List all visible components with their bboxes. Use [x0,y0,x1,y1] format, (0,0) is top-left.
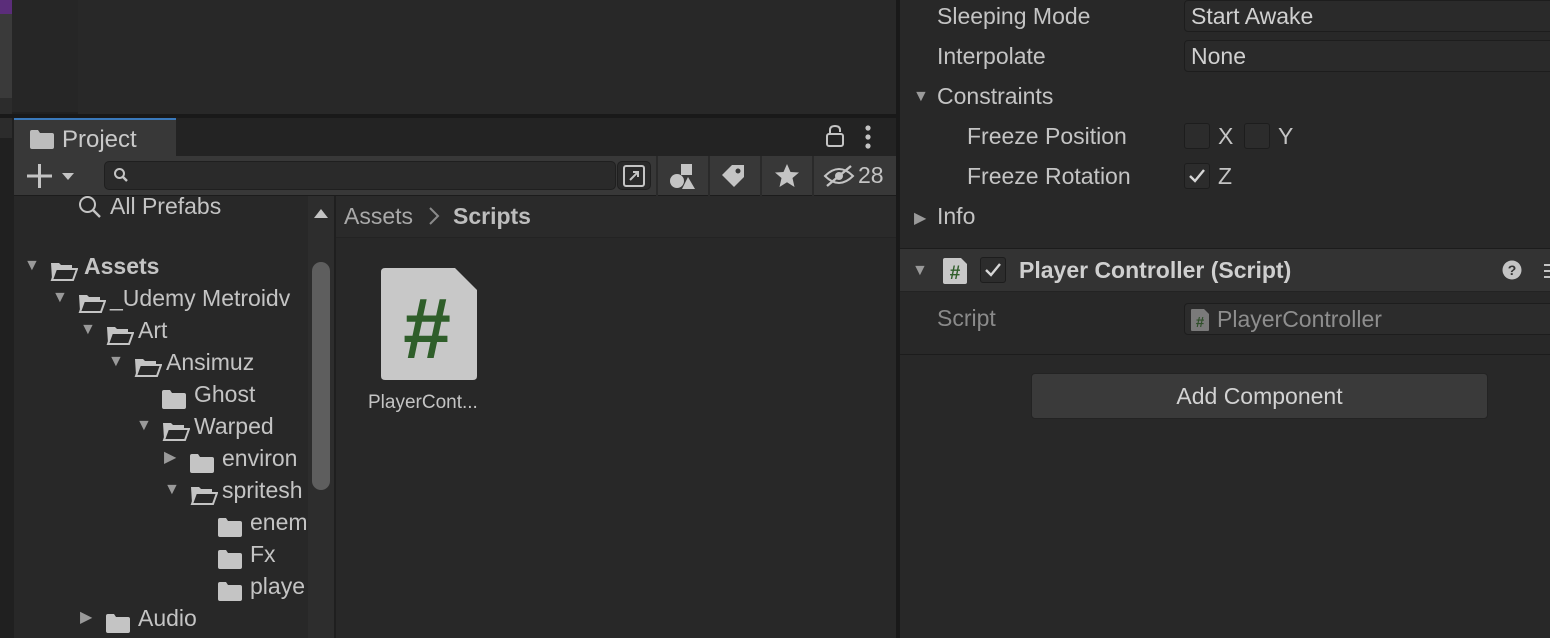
constraints-foldout-arrow-icon[interactable]: ▼ [913,88,929,106]
script-icon: # [1191,308,1209,338]
component-foldout-arrow-icon[interactable]: ▼ [912,262,928,280]
folder-icon [30,130,54,154]
tree-item-ansimuz[interactable]: ▼ Ansimuz [14,346,308,378]
toolbar-separator [760,156,762,196]
create-plus-icon[interactable] [26,163,78,194]
toolbar-separator [708,156,710,196]
scroll-up-arrow-icon[interactable] [313,206,329,224]
freeze-position-y-checkbox[interactable] [1244,123,1270,149]
csharp-script-icon: # [381,268,477,385]
axis-x-label: X [1218,123,1234,149]
tree-item-warped[interactable]: ▼ Warped [14,410,308,442]
search-icon [113,167,129,188]
scene-view[interactable] [78,0,896,114]
sleeping-mode-label: Sleeping Mode [937,3,1091,29]
search-icon [78,196,102,227]
axis-y-label: Y [1278,123,1294,149]
freeze-position-label: Freeze Position [967,123,1127,149]
sleeping-mode-dropdown[interactable]: Start Awake [1184,0,1550,32]
search-input[interactable] [104,161,616,190]
svg-text:#: # [1196,314,1205,331]
breadcrumb-scripts[interactable]: Scripts [453,203,531,230]
filter-by-type-icon[interactable] [668,162,696,195]
collapse-arrow-icon[interactable]: ▶ [164,442,176,474]
tree-item-udemy-metroidvania[interactable]: ▼ _Udemy Metroidv [14,282,308,314]
tree-item-assets[interactable]: ▼ Assets [14,250,308,282]
hidden-packages-count: 28 [858,162,884,188]
svg-text:?: ? [1508,262,1517,278]
constraints-label[interactable]: Constraints [937,83,1053,110]
add-component-button[interactable]: Add Component [1031,373,1488,419]
more-options-icon[interactable] [864,124,872,155]
expand-arrow-icon[interactable]: ▼ [164,474,180,506]
info-label[interactable]: Info [937,203,975,230]
expand-arrow-icon[interactable]: ▼ [52,282,68,314]
checkmark-icon [1189,169,1205,183]
freeze-rotation-label: Freeze Rotation [967,163,1131,189]
tree-item-player[interactable]: playe [14,570,308,602]
script-icon: # [943,258,967,289]
help-icon[interactable]: ? [1502,260,1522,285]
tree-item-ghost[interactable]: Ghost [14,378,308,410]
search-by-type-button[interactable] [617,161,651,190]
script-label: Script [937,305,996,331]
collapse-arrow-icon[interactable]: ▶ [80,602,92,634]
component-divider [900,354,1550,355]
toolbar-separator [812,156,814,196]
tree-item-art[interactable]: ▼ Art [14,314,308,346]
tree-item-environment[interactable]: ▶ environ [14,442,308,474]
tree-scrollbar-thumb[interactable] [312,262,330,490]
tree-item-fx[interactable]: Fx [14,538,308,570]
open-window-icon [622,164,646,193]
component-enabled-checkbox[interactable] [980,257,1006,283]
svg-text:#: # [950,263,961,284]
axis-z-label: Z [1218,163,1233,189]
scene-edge [0,0,12,112]
tree-item-enemies[interactable]: enem [14,506,308,538]
lock-icon[interactable] [825,124,845,153]
svg-text:#: # [403,281,451,377]
hierarchy-panel-edge [12,0,78,112]
interpolate-dropdown[interactable]: None [1184,40,1550,72]
breadcrumb-assets[interactable]: Assets [344,203,413,230]
favorite-star-icon[interactable] [774,163,800,194]
breadcrumb: Assets Scripts [336,196,896,238]
script-object-field[interactable]: # PlayerController [1184,303,1550,335]
scene-thumbnail-edge [0,0,12,14]
script-value: PlayerController [1217,306,1382,332]
hidden-packages-eye-icon[interactable] [823,164,855,193]
collapsed-panel-edge [0,98,12,138]
component-settings-icon[interactable] [1538,262,1550,285]
tab-project[interactable]: Project [14,118,176,156]
expand-arrow-icon[interactable]: ▼ [136,410,152,442]
chevron-right-icon [428,206,440,231]
folder-tree[interactable]: All Prefabs ▼ Assets ▼ _Udemy Metroidv ▼… [14,196,308,638]
tab-label: Project [62,126,137,153]
asset-item[interactable]: # PlayerCont... [362,266,502,416]
checkmark-icon [985,263,1001,277]
interpolate-label: Interpolate [937,43,1046,69]
expand-arrow-icon[interactable]: ▼ [24,250,40,282]
info-foldout-arrow-icon[interactable]: ▶ [914,208,926,228]
component-title: Player Controller (Script) [1019,257,1292,283]
tree-item-audio[interactable]: ▶ Audio [14,602,308,634]
freeze-rotation-z-checkbox[interactable] [1184,163,1210,189]
expand-arrow-icon[interactable]: ▼ [80,314,96,346]
asset-grid[interactable]: # PlayerCont... [336,238,896,638]
expand-arrow-icon[interactable]: ▼ [108,346,124,378]
asset-name: PlayerCont... [368,392,478,413]
folder-icon [106,609,130,638]
filter-by-label-icon[interactable] [720,163,746,194]
tree-item-spritesheets[interactable]: ▼ spritesh [14,474,308,506]
toolbar-separator [656,156,658,196]
freeze-position-x-checkbox[interactable] [1184,123,1210,149]
